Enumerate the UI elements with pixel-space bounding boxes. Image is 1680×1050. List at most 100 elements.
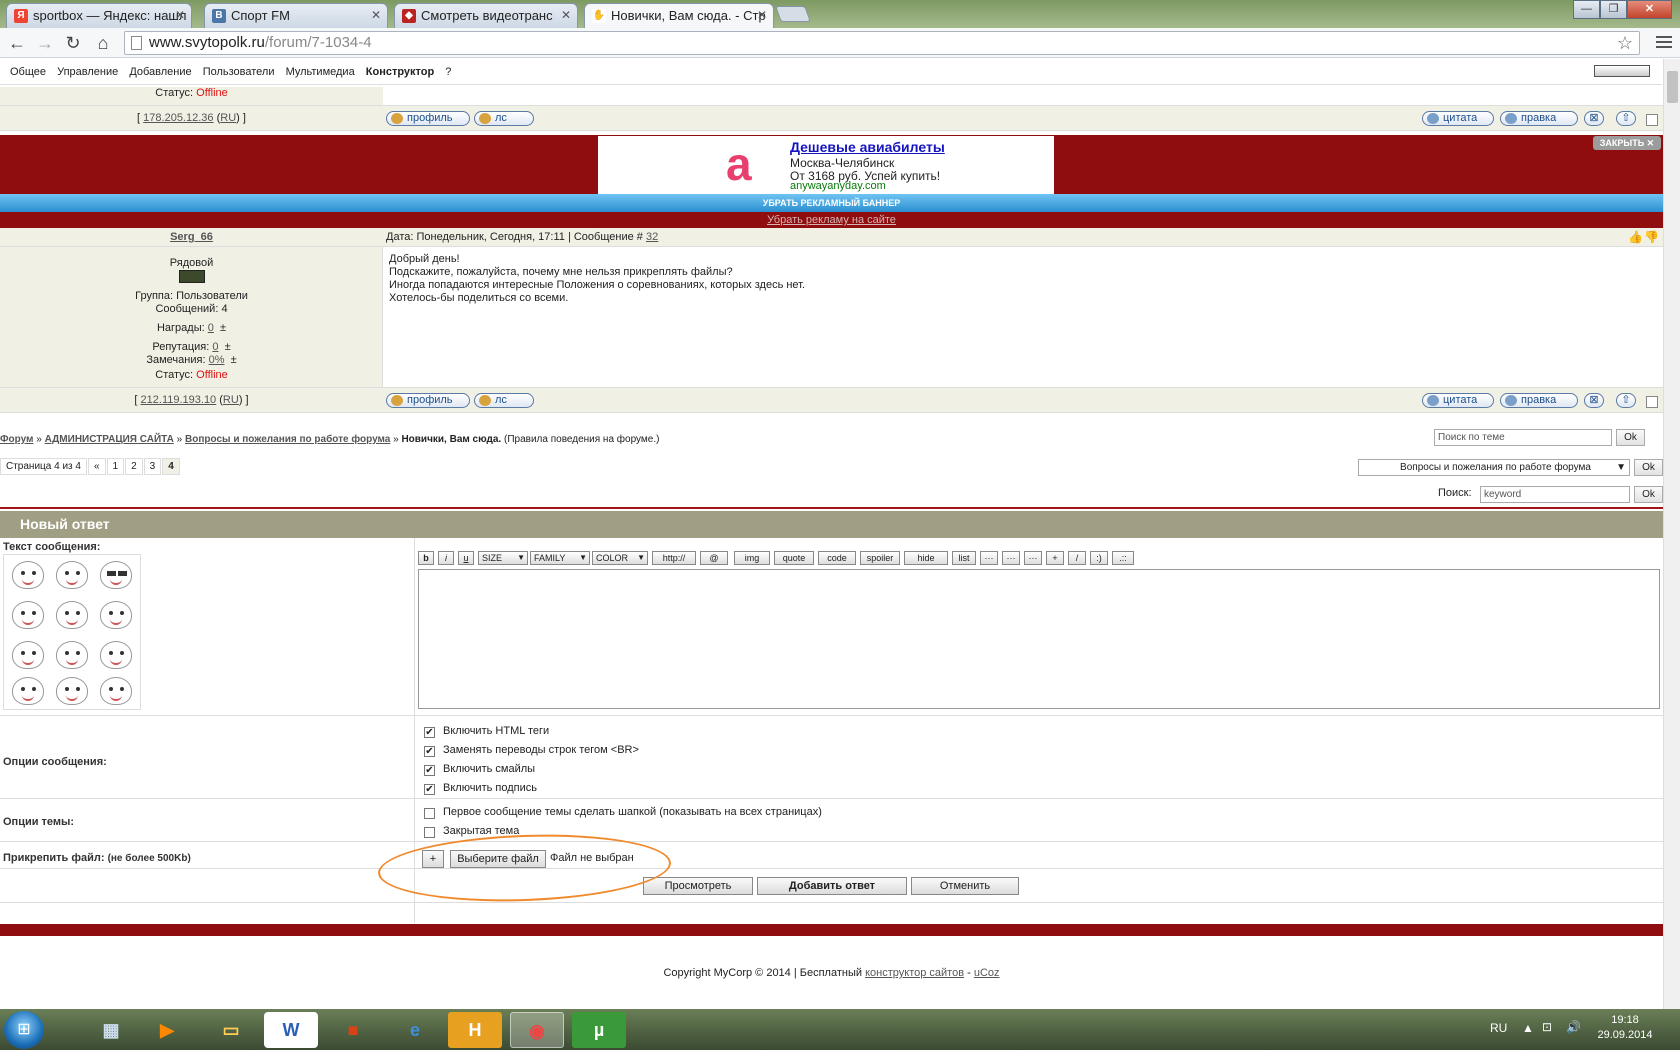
rep-link[interactable]: 0 (212, 341, 218, 353)
tab-sport-fm[interactable]: B Спорт FM ✕ (204, 3, 388, 28)
admin-help[interactable]: ? (445, 66, 451, 78)
message-textarea[interactable] (418, 569, 1660, 709)
tab-video[interactable]: ◆ Смотреть видеотранс ✕ (394, 3, 578, 28)
bookmark-star-icon[interactable]: ☆ (1617, 32, 1633, 54)
reload-icon[interactable]: ↻ (62, 32, 84, 54)
topic-search-ok[interactable]: Ok (1616, 429, 1645, 446)
smile-icon[interactable] (12, 561, 44, 589)
smile-icon[interactable] (100, 601, 132, 629)
home-icon[interactable]: ⌂ (92, 32, 114, 54)
page-3[interactable]: 3 (143, 458, 162, 475)
presentation-icon[interactable]: ■ (326, 1012, 380, 1048)
page-2[interactable]: 2 (125, 458, 143, 475)
tab-close-icon[interactable]: ✕ (175, 4, 185, 27)
ad-box[interactable]: a Дешевые авиабилеты Москва-Челябинск От… (598, 136, 1054, 194)
email-button[interactable]: @ (700, 551, 728, 565)
crumb-admin[interactable]: АДМИНИСТРАЦИЯ САЙТА (45, 434, 174, 445)
edit-button[interactable]: правка (1500, 111, 1578, 126)
size-select[interactable]: SIZE (478, 551, 528, 565)
chrome-menu-icon[interactable] (1656, 33, 1672, 51)
tab-close-icon[interactable]: ✕ (561, 4, 571, 27)
code-button[interactable]: code (818, 551, 856, 565)
warn-plus-button[interactable]: ± (231, 354, 237, 366)
toolbar-button[interactable]: + (1046, 551, 1064, 565)
utorrent-icon[interactable]: µ (572, 1012, 626, 1048)
html-checkbox[interactable]: ✔ (424, 727, 435, 738)
ip-link[interactable]: 212.119.193.10 (141, 394, 217, 406)
ip-link[interactable]: 178.205.12.36 (143, 112, 213, 124)
post-number-link[interactable]: 32 (646, 231, 658, 243)
country-link[interactable]: RU (223, 394, 239, 406)
smile-icon[interactable] (56, 641, 88, 669)
scroll-up-button[interactable]: ⇧ (1616, 111, 1636, 126)
app-icon[interactable]: ▦ (84, 1012, 138, 1048)
page-scrollbar[interactable] (1663, 59, 1680, 1009)
new-tab-button[interactable] (775, 6, 811, 22)
scrollbar-thumb[interactable] (1667, 71, 1678, 103)
delete-button[interactable]: ⊠ (1584, 111, 1604, 126)
smile-icon[interactable] (12, 641, 44, 669)
smile-icon[interactable] (56, 677, 88, 705)
admin-menu-multimedia[interactable]: Мультимедиа (286, 66, 355, 78)
smile-icon[interactable] (100, 641, 132, 669)
ie-icon[interactable]: e (388, 1012, 442, 1048)
family-select[interactable]: FAMILY (530, 551, 590, 565)
admin-menu-add[interactable]: Добавление (129, 66, 191, 78)
quote-button[interactable]: quote (774, 551, 814, 565)
admin-menu-manage[interactable]: Управление (57, 66, 118, 78)
profile-button[interactable]: профиль (386, 393, 470, 408)
media-player-icon[interactable]: ▶ (140, 1012, 194, 1048)
forum-jump-select[interactable]: Вопросы и пожелания по работе форума ▼ (1358, 459, 1630, 476)
author-link[interactable]: Serg_66 (170, 231, 213, 243)
toolbar-button[interactable]: .:: (1112, 551, 1134, 565)
address-bar[interactable]: www.svytopolk.ru/forum/7-1034-4 ☆ (124, 31, 1640, 55)
list-button[interactable]: list (952, 551, 976, 565)
delete-button[interactable]: ⊠ (1584, 393, 1604, 408)
language-indicator[interactable]: RU (1490, 1021, 1507, 1035)
topic-search-input[interactable]: Поиск по теме (1434, 429, 1612, 446)
ucoz-link[interactable]: uCoz (974, 967, 1000, 979)
pm-button[interactable]: лс (474, 111, 534, 126)
tab-close-icon[interactable]: ✕ (757, 4, 767, 27)
admin-menu-users[interactable]: Пользователи (203, 66, 275, 78)
signature-checkbox[interactable]: ✔ (424, 784, 435, 795)
toolbar-button[interactable]: / (1068, 551, 1086, 565)
submit-reply-button[interactable]: Добавить ответ (757, 877, 907, 895)
back-icon[interactable]: ← (6, 32, 28, 54)
spoiler-button[interactable]: spoiler (860, 551, 900, 565)
quote-button[interactable]: цитата (1422, 393, 1494, 408)
thumbs-up-icon[interactable]: 👍 (1628, 230, 1643, 244)
color-select[interactable]: COLOR (592, 551, 648, 565)
volume-icon[interactable]: 🔊 (1566, 1020, 1581, 1034)
cancel-button[interactable]: Отменить (911, 877, 1019, 895)
minimize-button[interactable]: — (1573, 0, 1600, 19)
thumbs-down-icon[interactable]: 👎 (1644, 230, 1659, 244)
forum-search-input[interactable]: keyword (1480, 486, 1630, 503)
awards-link[interactable]: 0 (208, 322, 214, 334)
constructor-link[interactable]: конструктор сайтов (865, 967, 964, 979)
img-button[interactable]: img (734, 551, 770, 565)
edit-button[interactable]: правка (1500, 393, 1578, 408)
close-window-button[interactable]: ✕ (1627, 0, 1672, 19)
admin-menu-general[interactable]: Общее (10, 66, 46, 78)
smile-icon[interactable] (12, 601, 44, 629)
profile-button[interactable]: профиль (386, 111, 470, 126)
pm-button[interactable]: лс (474, 393, 534, 408)
preview-button[interactable]: Просмотреть (643, 877, 753, 895)
tab-forum-active[interactable]: ✋ Новички, Вам сюда. - Стр ✕ (584, 3, 774, 28)
admin-menu-constructor[interactable]: Конструктор (366, 66, 434, 78)
forward-icon[interactable]: → (34, 32, 56, 54)
chrome-icon[interactable]: ◉ (510, 1012, 564, 1048)
start-button[interactable]: ⊞ (4, 1011, 44, 1049)
toolbar-button[interactable]: ··· (980, 551, 998, 565)
network-icon[interactable]: ⊡ (1542, 1020, 1552, 1034)
clock[interactable]: 19:18 29.09.2014 (1590, 1013, 1660, 1043)
toolbar-button[interactable]: ··· (1024, 551, 1042, 565)
forum-jump-ok[interactable]: Ok (1634, 459, 1663, 476)
smile-icon[interactable] (12, 677, 44, 705)
tray-arrow-icon[interactable]: ▲ (1522, 1021, 1534, 1035)
remove-ads-link[interactable]: Убрать рекламу на сайте (0, 212, 1663, 228)
crumb-section[interactable]: Вопросы и пожелания по работе форума (185, 434, 390, 445)
admin-bar-slider[interactable] (1594, 65, 1650, 77)
country-link[interactable]: RU (220, 112, 236, 124)
